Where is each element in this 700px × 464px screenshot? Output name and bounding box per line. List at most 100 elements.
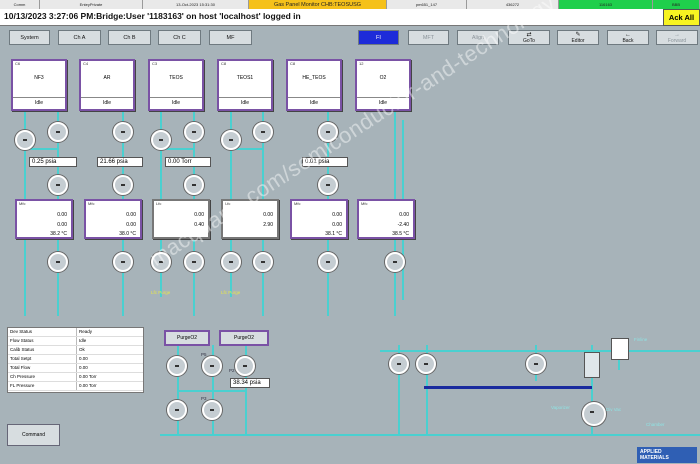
mfc-id: Mfc: [88, 201, 95, 206]
valve[interactable]: [167, 356, 187, 376]
valve[interactable]: [48, 175, 68, 195]
applied-materials-logo: APPLIED MATERIALS: [637, 447, 697, 463]
mfc-setpoint: 0.00: [399, 212, 409, 218]
user-cell: EnteyPrivate: [40, 0, 143, 9]
valve[interactable]: [151, 130, 171, 150]
device-status: Idle: [13, 97, 65, 109]
lfc-purge-label: Lfc Purge: [221, 290, 241, 295]
mfc-flow: 0.00: [57, 222, 67, 228]
mfc-flow: 0.00: [332, 222, 342, 228]
back-button[interactable]: ← Back: [607, 30, 649, 45]
chc-button[interactable]: Ch C: [158, 30, 201, 45]
valve[interactable]: [253, 122, 273, 142]
device-name: NF3: [34, 75, 44, 81]
valve[interactable]: [385, 252, 405, 272]
valve[interactable]: [167, 400, 187, 420]
mfc-nf3[interactable]: Mfc 0.00 0.00 38.2 °C: [15, 199, 73, 239]
valve[interactable]: [184, 122, 204, 142]
valve[interactable]: [318, 175, 338, 195]
mfc-temp: 38.5 °C: [392, 231, 409, 237]
valve[interactable]: [202, 356, 222, 376]
bbb-cell: BBB: [653, 0, 700, 9]
teos-pressure-readout: 0.00 Torr: [165, 157, 211, 167]
mfc-id: Mfc: [361, 201, 368, 206]
valve[interactable]: [48, 122, 68, 142]
valve[interactable]: [221, 252, 241, 272]
p2-label: P2: [229, 368, 235, 373]
valve[interactable]: [113, 122, 133, 142]
valve[interactable]: [113, 175, 133, 195]
login-message: 10/13/2023 3:27:06 PM:Bridge:User '11831…: [4, 11, 301, 21]
device-teos[interactable]: C3 TEOS Idle: [148, 59, 204, 111]
goto-label: GoTo: [523, 37, 535, 44]
purge-o2-button-2[interactable]: PurgeO2: [219, 330, 269, 346]
fi-button[interactable]: FI: [358, 30, 399, 45]
p5-label: P5: [201, 352, 207, 357]
mfc-id: Lfc: [156, 201, 162, 206]
table-row: Flow Status Idle: [8, 337, 143, 346]
device-nf3[interactable]: C6 NF3 Idle: [11, 59, 67, 111]
mfc-setpoint: 0.00: [263, 212, 273, 218]
mfc-flow: 0.00: [126, 222, 136, 228]
mft-button[interactable]: MFT: [408, 30, 449, 45]
mfc-ar[interactable]: Mfc 0.00 0.00 38.0 °C: [84, 199, 142, 239]
status-table: Dev Status Ready Flow Status Idle Calib St…: [7, 327, 144, 393]
editor-button[interactable]: ✎ Editor: [557, 30, 599, 45]
valve[interactable]: [15, 130, 35, 150]
valve[interactable]: [253, 252, 273, 272]
mfc-setpoint: 0.00: [332, 212, 342, 218]
pipe: [160, 434, 700, 436]
vaporizer-label: Vaporizer: [551, 405, 570, 410]
chb-button[interactable]: Ch B: [108, 30, 151, 45]
valve[interactable]: [202, 400, 222, 420]
lfc-purge-label: Lfc Purge: [151, 290, 171, 295]
mfc-he-teos[interactable]: Mfc 0.00 0.00 38.1 °C: [290, 199, 348, 239]
purge-o2-button[interactable]: PurgeO2: [164, 330, 210, 346]
device-he-teos[interactable]: C8 HE_TEOS Idle: [286, 59, 342, 111]
ar-pressure-readout: 21.66 psia: [97, 157, 143, 167]
valve[interactable]: [526, 354, 546, 374]
user-id-cell: 116163: [559, 0, 653, 9]
device-teos1[interactable]: C8 TEOS1 Idle: [217, 59, 273, 111]
mfc-temp: 38.0 °C: [119, 231, 136, 237]
forward-button[interactable]: → Forward: [656, 30, 698, 45]
div-vac-label: Div Vac: [606, 407, 622, 412]
device-id: 12: [359, 61, 364, 66]
valve[interactable]: [184, 252, 204, 272]
mfc-id: Mfc: [294, 201, 301, 206]
mfc-o2[interactable]: Mfc 0.00 -2.40 38.5 °C: [357, 199, 415, 239]
valve[interactable]: [318, 252, 338, 272]
table-row: Dev Status Ready: [8, 328, 143, 337]
valve[interactable]: [113, 252, 133, 272]
valve[interactable]: [416, 354, 436, 374]
ack-all-button[interactable]: Ack All: [663, 9, 700, 26]
div-vac-valve[interactable]: [582, 402, 606, 426]
device-name: HE_TEOS: [302, 75, 326, 81]
pipe: [177, 390, 247, 392]
forward-label: Forward: [667, 37, 687, 44]
mfc-setpoint: 0.00: [126, 212, 136, 218]
device-status: Idle: [150, 97, 202, 109]
cha-button[interactable]: Ch A: [58, 30, 101, 45]
device-id: C8: [221, 61, 227, 66]
device-ar[interactable]: C4 AR Idle: [79, 59, 135, 111]
title-bar: 10/13/2023 3:27:06 PM:Bridge:User '11831…: [0, 9, 700, 26]
valve[interactable]: [48, 252, 68, 272]
device-name: TEOS: [169, 75, 183, 81]
mfc-temp: 38.2 °C: [50, 231, 67, 237]
device-id: C4: [83, 61, 89, 66]
device-id: C8: [290, 61, 296, 66]
device-id: C6: [15, 61, 21, 66]
valve[interactable]: [221, 130, 241, 150]
command-button[interactable]: Command: [7, 424, 60, 446]
pm-cell: pm651_147: [387, 0, 467, 9]
mfc-flow: 2.90: [263, 222, 273, 228]
mf-button[interactable]: MF: [209, 30, 252, 45]
finline-block[interactable]: [611, 338, 629, 360]
back-label: Back: [622, 37, 634, 44]
valve[interactable]: [184, 175, 204, 195]
valve[interactable]: [389, 354, 409, 374]
valve[interactable]: [235, 356, 255, 376]
system-button[interactable]: System: [9, 30, 50, 45]
p2-pressure-readout: 38.34 psia: [230, 378, 270, 388]
